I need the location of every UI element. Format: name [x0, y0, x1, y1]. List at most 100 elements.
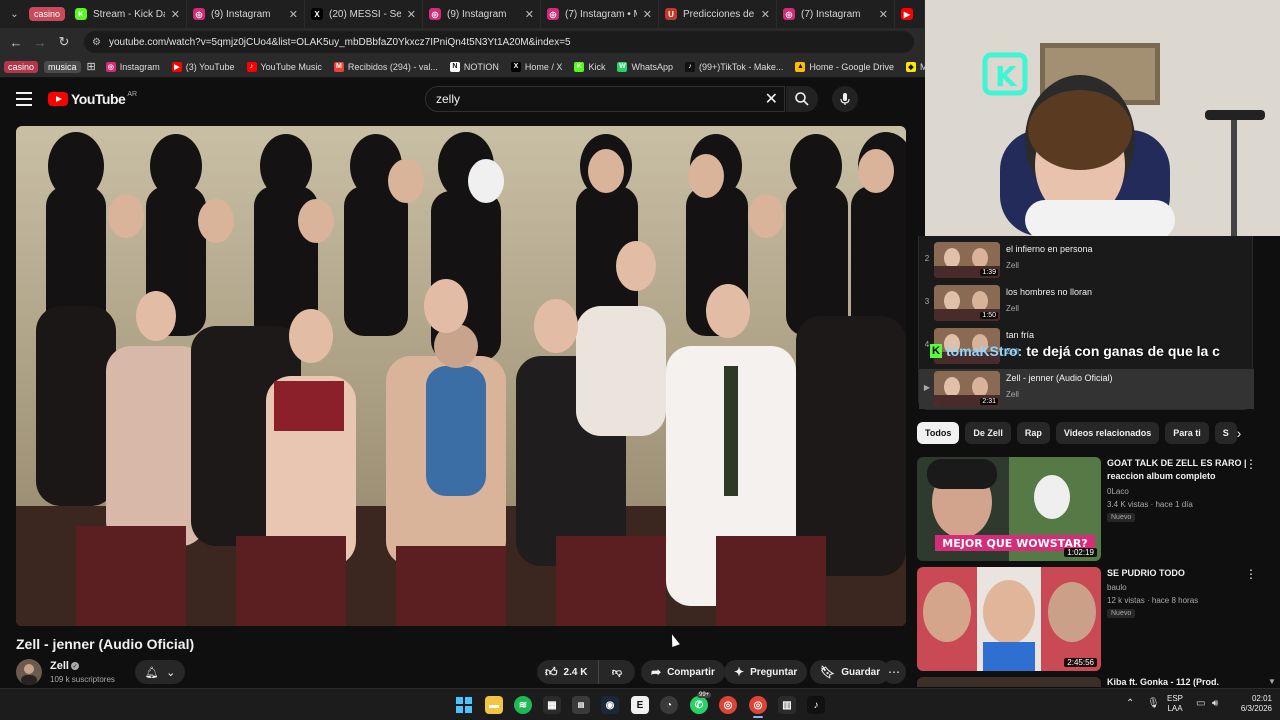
browser-tab[interactable]: X (20) MESSI - Search ✕ [305, 0, 423, 28]
apps-grid-icon[interactable]: ⊞ [87, 60, 96, 73]
browser-tab[interactable]: U Predicciones de UFC ✕ [659, 0, 777, 28]
menu-icon[interactable] [16, 92, 32, 106]
scroll-down-arrow-icon[interactable]: ▼ [1268, 677, 1276, 686]
chevron-up-icon[interactable]: ⌃ [1126, 698, 1134, 709]
bookmark-item[interactable]: X Home / X [510, 61, 562, 72]
filter-chip[interactable]: Para ti [1165, 422, 1209, 444]
playlist-item-title[interactable]: los hombres no lloran [1006, 287, 1092, 297]
obs-icon[interactable]: ◔ [660, 696, 678, 714]
bookmark-item[interactable]: ♪ YouTube Music [246, 61, 322, 72]
bookmark-item[interactable]: ▶ (3) YouTube [171, 61, 235, 72]
windows-start-icon[interactable] [455, 696, 473, 714]
tab-group-casino[interactable]: casino [28, 7, 65, 21]
bookmark-item[interactable]: K Kick [574, 61, 605, 72]
filter-chip[interactable]: De Zell [965, 422, 1011, 444]
recommendation-title[interactable]: GOAT TALK DE ZELL ES RARO | reaccion alb… [1107, 457, 1257, 483]
playlist-thumbnail[interactable]: 1:39 [934, 242, 1000, 278]
tab-youtube-active[interactable]: ▶ [895, 0, 925, 28]
steam-icon[interactable]: ◉ [601, 696, 619, 714]
share-button[interactable]: ➦ Compartir [641, 660, 725, 684]
more-vertical-icon[interactable]: ⋮ [1245, 457, 1257, 471]
more-vertical-icon[interactable]: ⋮ [1245, 567, 1257, 581]
volume-icon[interactable]: 🔊︎ [1212, 698, 1218, 709]
playlist-item-title[interactable]: el infierno en persona [1006, 244, 1093, 254]
app-icon[interactable]: ▤ [572, 696, 590, 714]
whatsapp-icon[interactable]: ✆ [690, 696, 708, 714]
recommendation-item[interactable]: 2:45:56 SE PUDRIO TODO baulo 12 k vistas… [917, 567, 1262, 673]
language-indicator[interactable]: ESP LAA [1167, 694, 1183, 714]
filter-chip[interactable]: Rap [1016, 422, 1050, 444]
close-tab-icon[interactable]: ✕ [289, 8, 298, 21]
recommendation-item[interactable]: Kiba ft. Gonka - 112 (Prod. [917, 677, 1262, 687]
browser-tab[interactable]: ◎ (9) Instagram ✕ [187, 0, 305, 28]
youtube-logo[interactable]: YouTube AR [48, 91, 137, 107]
notepad-icon[interactable]: ▥ [778, 696, 796, 714]
channel-avatar[interactable] [16, 659, 42, 685]
bookmark-item[interactable]: N NOTION [449, 61, 499, 72]
playlist-item[interactable]: 3 1:50 los hombres no lloran Zell [919, 283, 1254, 323]
search-input[interactable]: zelly [436, 92, 765, 106]
microphone-tray-icon[interactable]: 🎙︎ [1147, 698, 1160, 709]
store-icon[interactable]: ▦ [543, 696, 561, 714]
chrome-icon[interactable]: ◎ [719, 696, 737, 714]
network-icon[interactable]: ▭ [1196, 698, 1205, 709]
playlist-item[interactable]: ▶ 2:31 Zell - jenner (Audio Oficial) Zell [919, 369, 1254, 409]
playlist-thumbnail[interactable]: 2:31 [934, 371, 1000, 407]
bookmark-folder-musica[interactable]: musica [44, 60, 81, 73]
ask-button[interactable]: ✦ Preguntar [724, 660, 808, 684]
reload-button[interactable]: ↻ [52, 30, 76, 54]
playlist-item[interactable]: 2 1:39 el infierno en persona Zell [919, 240, 1254, 280]
close-tab-icon[interactable]: ✕ [171, 8, 180, 21]
bookmark-item[interactable]: M Recibidos (294) - val... [333, 61, 438, 72]
close-tab-icon[interactable]: ✕ [525, 8, 534, 21]
filter-chip[interactable]: Videos relacionados [1055, 422, 1160, 444]
chrome-active-icon[interactable]: ◎ [749, 696, 767, 714]
recommendation-item[interactable]: MEJOR QUE WOWSTAR? 1:02:19 GOAT TALK DE … [917, 457, 1262, 563]
forward-button[interactable]: → [28, 30, 52, 54]
notification-button[interactable]: 🔔︎ ⌄ [135, 660, 185, 684]
browser-tab[interactable]: ◎ (9) Instagram ✕ [423, 0, 541, 28]
close-tab-icon[interactable]: ✕ [879, 8, 888, 21]
address-bar[interactable]: ⚙ youtube.com/watch?v=5qmjz0jCUo4&list=O… [84, 31, 914, 53]
channel-name[interactable]: Zell [50, 660, 69, 672]
close-tab-icon[interactable]: ✕ [407, 8, 416, 21]
clock[interactable]: 02:01 6/3/2026 [1228, 694, 1272, 714]
recommendation-title[interactable]: Kiba ft. Gonka - 112 (Prod. [1107, 677, 1219, 687]
close-tab-icon[interactable]: ✕ [761, 8, 770, 21]
recommendation-title[interactable]: SE PUDRIO TODO [1107, 567, 1257, 580]
recommendation-thumbnail[interactable]: MEJOR QUE WOWSTAR? 1:02:19 [917, 457, 1101, 561]
bookmark-item[interactable]: ◆Mercado Libre Arg [905, 61, 925, 72]
playlist-item-title[interactable]: tan fría [1006, 330, 1034, 340]
file-explorer-icon[interactable]: ▬ [485, 696, 503, 714]
bookmark-folder-casino[interactable]: casino [4, 60, 39, 73]
clear-search-icon[interactable]: ✕ [765, 89, 778, 109]
browser-tab[interactable]: ◎ (7) Instagram • Men ✕ [541, 0, 659, 28]
back-button[interactable]: ← [4, 30, 28, 54]
tab-search-icon[interactable]: ⌄ [4, 3, 25, 25]
bookmark-item[interactable]: W WhatsApp [617, 61, 673, 72]
filter-chip[interactable]: Todos [917, 422, 960, 444]
epic-icon[interactable]: E [631, 696, 649, 714]
close-tab-icon[interactable]: ✕ [643, 8, 652, 21]
more-actions-button[interactable]: ⋯ [882, 660, 906, 684]
video-player[interactable] [16, 126, 906, 626]
playlist-thumbnail[interactable]: 1:50 [934, 285, 1000, 321]
chevron-right-icon[interactable]: › [1230, 424, 1248, 442]
like-button[interactable]: 👍︎ 2.4 K [537, 660, 599, 684]
bookmark-item[interactable]: ▲ Home - Google Drive [795, 61, 894, 72]
recommendation-channel[interactable]: 0Laco [1107, 487, 1129, 496]
save-button[interactable]: 🔖︎ Guardar [810, 660, 891, 684]
search-box[interactable]: zelly ✕ [425, 86, 785, 112]
playlist-item-title[interactable]: Zell - jenner (Audio Oficial) [1006, 373, 1113, 383]
bookmark-item[interactable]: ♪ (99+)TikTok - Make... [684, 61, 783, 72]
browser-tab[interactable]: ◎ (7) Instagram ✕ [777, 0, 895, 28]
bookmark-item[interactable]: ◎ Instagram [105, 61, 160, 72]
recommendation-thumbnail[interactable] [917, 677, 1101, 687]
site-info-icon[interactable]: ⚙ [92, 37, 101, 48]
voice-search-button[interactable] [832, 86, 858, 112]
recommendation-channel[interactable]: baulo [1107, 583, 1127, 592]
browser-tab[interactable]: K Stream - Kick Dashb ✕ [69, 0, 187, 28]
tiktok-icon[interactable]: ♪ [807, 696, 825, 714]
search-button[interactable] [786, 86, 818, 112]
spotify-icon[interactable]: ≋ [514, 696, 532, 714]
